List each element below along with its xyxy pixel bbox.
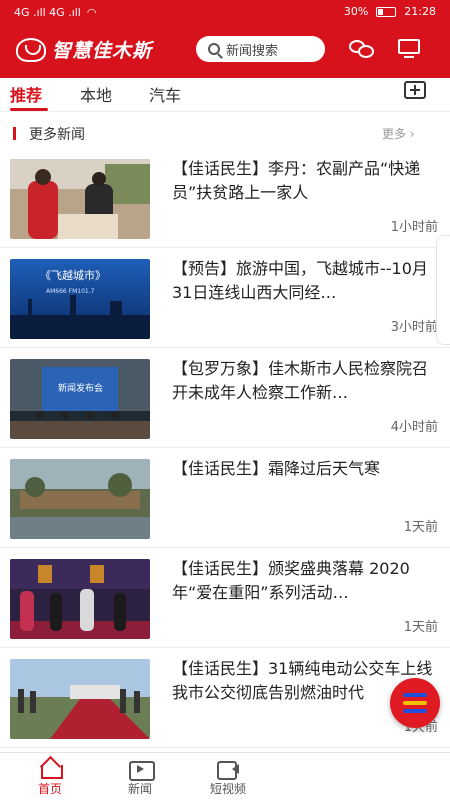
tv-icon[interactable] [398,38,424,60]
news-time: 3小时前 [390,320,438,335]
logo-text: 智慧佳木斯 [52,40,153,62]
status-bar: 4G .ıll 4G .ıll ◠ 30% 21:28 [0,0,450,24]
app-header: 4G .ıll 4G .ıll ◠ 30% 21:28 智慧佳木斯 新闻搜索 [0,0,450,78]
news-thumbnail [10,559,150,639]
news-item[interactable]: 【佳话民生】李丹：农副产品“快递员”扶贫路上一家人 1小时前 [0,148,450,248]
news-item[interactable]: 《飞越城市》 AM666 FM101.7 【预告】旅游中国，飞越城市--10月3… [0,248,450,348]
add-channel-icon[interactable] [404,81,426,99]
side-scroll-handle[interactable] [436,235,450,345]
signal-text: 4G .ıll 4G .ıll [14,6,81,19]
nav-label: 首页 [37,782,62,796]
news-item[interactable]: 【佳话民生】颁奖盛典落幕 2020年“爱在重阳”系列活动… 1天前 [0,548,450,648]
news-time: 1天前 [403,520,438,535]
news-item[interactable]: 新闻发布会 【包罗万象】佳木斯市人民检察院召开未成年人检察工作新… 4小时前 [0,348,450,448]
battery-icon [376,6,397,17]
news-title: 【佳话民生】霜降过后天气寒 [172,459,381,478]
tab-auto[interactable]: 汽车 [149,82,181,106]
search-placeholder: 新闻搜索 [226,43,279,59]
tv-play-icon [128,758,155,781]
video-camera-icon [216,758,240,780]
news-time: 1小时前 [390,220,438,235]
logo-icon [16,37,46,62]
nav-label: 短视频 [209,782,246,796]
news-time: 4小时前 [390,420,438,435]
nav-label: 新闻 [127,782,152,796]
news-thumbnail [10,159,150,239]
news-title: 【佳话民生】颁奖盛典落幕 2020年“爱在重阳”系列活动… [172,559,410,602]
tab-indicator [10,108,48,111]
news-item[interactable]: 【佳话民生】霜降过后天气寒 1天前 [0,448,450,548]
more-link[interactable]: 更多 › [382,125,415,142]
section-marker [13,127,16,140]
signal-indicators: 4G .ıll 4G .ıll ◠ [14,6,96,19]
tab-local[interactable]: 本地 [80,82,112,106]
search-icon [208,43,220,55]
news-time: 1天前 [403,620,438,635]
news-thumbnail [10,659,150,739]
news-title: 【预告】旅游中国，飞越城市--10月31日连线山西大同经… [172,259,428,302]
battery-percent: 30% [343,5,369,18]
search-box[interactable]: 新闻搜索 [196,36,325,62]
news-item[interactable]: 【佳话民生】31辆纯电动公交车上线 我市公交彻底告别燃油时代 1天前 [0,648,450,748]
news-thumbnail [10,459,150,539]
news-title: 【包罗万象】佳木斯市人民检察院召开未成年人检察工作新… [172,359,429,402]
thumb-banner: 新闻发布会 [58,382,103,394]
wifi-icon: ◠ [86,6,97,19]
nav-news[interactable]: 新闻 [110,758,170,797]
news-thumbnail: 新闻发布会 [10,359,150,439]
chat-icon[interactable] [349,38,375,60]
clock: 21:28 [404,5,436,18]
home-icon [38,758,63,779]
section-title: 更多新闻 [29,127,85,143]
section-header: 更多新闻 更多 › [0,120,450,144]
menu-fab-icon[interactable] [390,678,440,728]
bottom-nav: 首页 新闻 短视频 [0,752,450,800]
nav-short-video[interactable]: 短视频 [198,758,258,797]
status-right: 30% 21:28 [344,5,436,18]
news-title: 【佳话民生】李丹：农副产品“快递员”扶贫路上一家人 [172,159,421,202]
nav-home[interactable]: 首页 [20,758,80,797]
news-thumbnail: 《飞越城市》 AM666 FM101.7 [10,259,150,339]
thumb-subtitle: AM666 FM101.7 [46,288,95,295]
app-logo: 智慧佳木斯 [16,36,152,63]
thumb-title: 《飞越城市》 [40,268,106,282]
category-tabs: 推荐 本地 汽车 [0,78,450,112]
tab-recommended[interactable]: 推荐 [10,82,42,106]
